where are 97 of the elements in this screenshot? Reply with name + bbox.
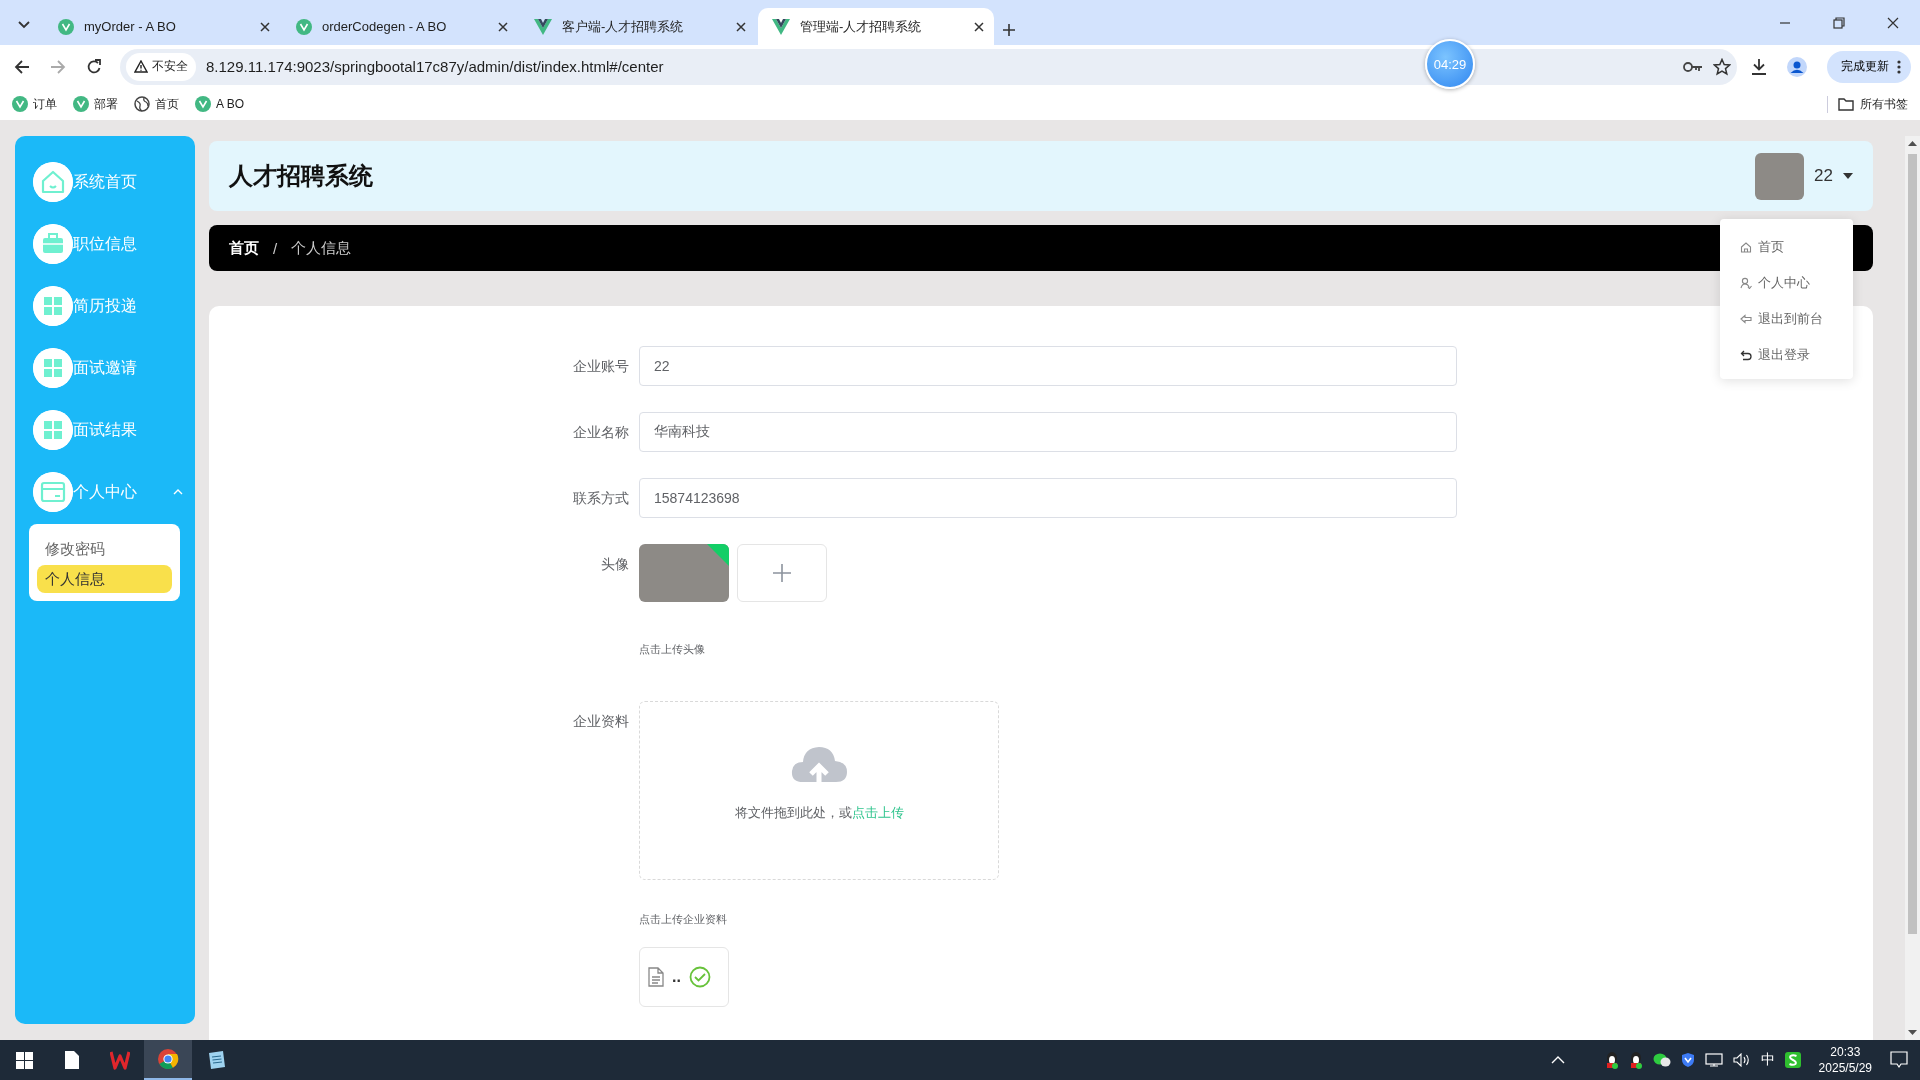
text-field[interactable]: 华南科技 [639,412,1457,452]
return-arrow-icon [1740,349,1752,361]
browser-tab[interactable]: myOrder - A BO [44,8,280,45]
download-icon[interactable] [1751,58,1767,75]
back-arrow-icon[interactable] [14,58,30,75]
warning-icon [134,60,148,73]
check-circle-icon [688,966,711,988]
key-icon[interactable] [1683,60,1703,73]
tab-list-icon[interactable] [18,21,30,29]
close-icon[interactable] [260,21,270,32]
notification-icon[interactable] [1890,1051,1908,1069]
vue-logo-icon [12,96,28,112]
upload-drop-zone[interactable]: 将文件拖到此处，或点击上传 [639,701,999,880]
penguin-icon[interactable] [1628,1051,1643,1069]
field-label: 企业账号 [572,357,630,376]
browser-tab[interactable]: 客户端-人才招聘系统 [520,8,756,45]
shield-icon[interactable] [1680,1052,1695,1068]
text-field[interactable]: 22 [639,346,1457,386]
security-chip[interactable]: 不安全 [126,52,196,81]
browser-tab[interactable]: 管理端-人才招聘系统 [758,8,994,45]
submenu-item[interactable]: 修改密码 [37,535,172,563]
vue-logo-icon [195,96,211,112]
user-icon [1740,277,1752,289]
scrollbar[interactable] [1905,136,1920,1040]
star-icon[interactable] [1713,57,1731,76]
hint-text: 点击上传企业资料 [639,912,728,927]
plus-icon [772,563,792,583]
reload-icon[interactable] [86,58,102,75]
submenu-item[interactable]: 个人信息 [37,565,172,593]
text-field[interactable]: 15874123698 [639,478,1457,518]
breadcrumb-item[interactable]: 首页 [229,238,259,258]
new-tab-icon[interactable] [1002,23,1016,37]
bookmark[interactable]: 订单 [12,95,57,113]
scroll-down-icon[interactable] [1908,1030,1917,1035]
grid-icon [33,286,73,326]
browser-tab[interactable]: orderCodegen - A BO [282,8,518,45]
breadcrumb-separator: / [273,239,278,257]
field-label: 联系方式 [572,489,630,508]
menu-item[interactable]: 退出登录 [1720,337,1853,373]
photo-placeholder [1755,152,1805,200]
globe-icon [134,96,150,112]
close-icon[interactable] [974,21,984,32]
card-icon [33,472,73,512]
menu-item[interactable]: 首页 [1720,229,1853,265]
breadcrumb-item: 个人信息 [291,238,352,258]
document-icon [648,967,664,987]
folder-icon [1838,97,1854,111]
restore-icon[interactable] [1833,16,1845,29]
vue-logo-icon [772,18,790,35]
vue-logo-icon [58,18,74,35]
update-button[interactable]: 完成更新 [1827,50,1911,83]
home-icon [1740,241,1752,253]
briefcase-icon [33,224,73,264]
more-icon [1897,59,1901,74]
arrow-left-icon [1740,313,1752,325]
bookmark[interactable]: 首页 [134,95,179,113]
wps-w-icon[interactable] [110,1050,130,1070]
home-icon [33,162,73,202]
document-icon[interactable] [64,1050,80,1070]
field-label: 头像 [600,555,630,574]
file-name: .. [672,968,681,986]
chat-bubbles-icon[interactable] [1652,1053,1671,1067]
network-icon[interactable] [1704,1053,1723,1067]
uploaded-file[interactable]: .. [639,947,729,1007]
profile-icon[interactable] [1787,56,1807,77]
field-label: 企业名称 [572,423,630,442]
close-icon[interactable] [736,21,746,32]
url-text: 8.129.11.174:9023/springbootal17c87y/admin/dist/index.html#/center [206,58,664,75]
close-icon[interactable] [1887,16,1899,29]
notepad-icon[interactable] [206,1050,226,1070]
hint-text: 点击上传头像 [639,642,706,657]
upload-instruction: 将文件拖到此处，或点击上传 [734,804,904,822]
input-method-indicator[interactable]: 中 [1760,1051,1775,1069]
penguin-icon[interactable] [1604,1051,1619,1069]
vue-logo-icon [73,96,89,112]
user-menu-toggle[interactable]: 22 [1755,152,1853,200]
app-title: 人才招聘系统 [229,161,373,191]
grid-icon [33,410,73,450]
speaker-icon[interactable] [1732,1053,1751,1067]
menu-item[interactable]: 个人中心 [1720,265,1853,301]
grid-icon [33,348,73,388]
bookmark[interactable]: A BO [195,96,244,112]
caret-down-icon [1843,173,1853,179]
close-icon[interactable] [498,21,508,32]
scroll-up-icon[interactable] [1908,141,1917,146]
s-app-icon[interactable] [1784,1052,1801,1068]
vue-logo-icon [296,18,312,35]
all-bookmarks[interactable]: 所有书签 [1827,95,1908,113]
field-label: 企业资料 [572,712,630,731]
vue-logo-icon [534,18,552,35]
bookmark[interactable]: 部署 [73,95,118,113]
success-corner-icon [707,544,729,566]
menu-item[interactable]: 退出到前台 [1720,301,1853,337]
chrome-icon[interactable] [157,1048,179,1070]
taskbar-clock[interactable]: 20:33 2025/5/29 [1818,1044,1872,1076]
chevron-up-icon[interactable] [1550,1056,1565,1064]
windows-start-icon[interactable] [15,1051,33,1069]
